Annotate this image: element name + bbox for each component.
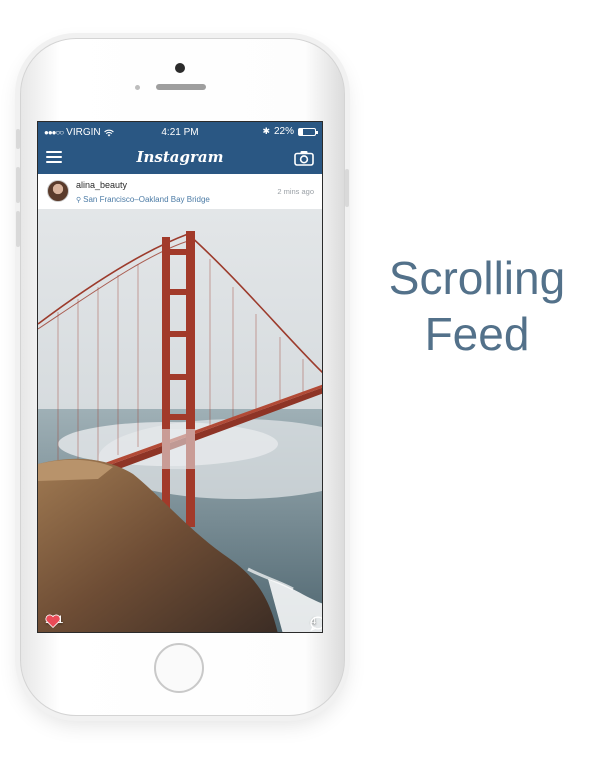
- promo-heading: Scrolling Feed: [372, 250, 582, 362]
- volume-down-button: [16, 211, 20, 247]
- golden-gate-bridge-photo: [38, 231, 322, 632]
- app-nav-bar: Instagram: [38, 142, 322, 174]
- promo-line-2: Feed: [424, 308, 530, 360]
- location-pin-icon: ⚲: [76, 197, 82, 204]
- post-header: alina_beauty ⚲ San Francisco–Oakland Bay …: [38, 174, 322, 210]
- comment-bubble-icon[interactable]: [310, 616, 322, 631]
- post-timestamp: 2 mins ago: [277, 187, 314, 196]
- comment-count-group[interactable]: 4: [310, 616, 322, 631]
- status-bar: ●●●○○ VIRGIN 4:21 PM ✱ 22%: [38, 122, 322, 142]
- mute-switch: [16, 129, 20, 149]
- camera-icon[interactable]: [294, 150, 314, 166]
- battery-level-fill: [299, 128, 303, 135]
- avatar[interactable]: [47, 180, 69, 202]
- post-location-text: San Francisco–Oakland Bay Bridge: [83, 195, 210, 204]
- power-button: [345, 169, 349, 207]
- app-title: Instagram: [136, 148, 224, 166]
- bluetooth-icon: ✱: [262, 126, 270, 136]
- battery-icon: [298, 127, 318, 136]
- home-button[interactable]: [154, 643, 204, 693]
- volume-up-button: [16, 167, 20, 203]
- proximity-sensor: [135, 85, 140, 90]
- promo-line-1: Scrolling: [388, 252, 566, 304]
- front-camera: [175, 63, 185, 73]
- earpiece-speaker: [156, 84, 206, 90]
- post-username[interactable]: alina_beauty: [76, 180, 127, 190]
- post-photo[interactable]: 121 4: [38, 209, 322, 632]
- like-count-group[interactable]: 121: [45, 614, 63, 628]
- battery-percent: 22%: [273, 126, 294, 137]
- phone-screen: ●●●○○ VIRGIN 4:21 PM ✱ 22% Instagram ali…: [37, 121, 323, 633]
- post-location[interactable]: ⚲ San Francisco–Oakland Bay Bridge: [76, 195, 210, 204]
- heart-icon[interactable]: [45, 614, 61, 628]
- status-right: ✱ 22%: [262, 126, 318, 137]
